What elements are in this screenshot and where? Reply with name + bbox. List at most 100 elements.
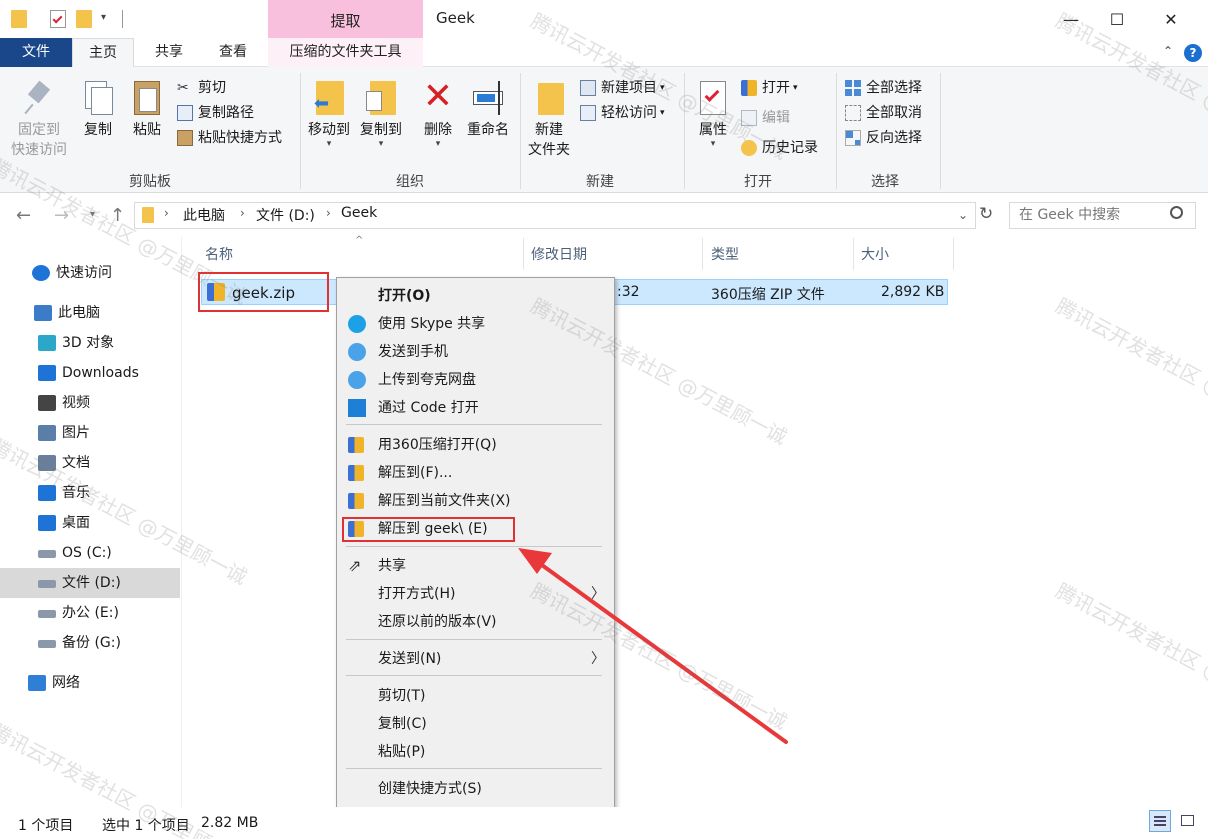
sidebar-item[interactable]: 快速访问 bbox=[0, 258, 180, 288]
menu-item-share[interactable]: ⇗ 共享 bbox=[337, 552, 614, 580]
menu-item-label: 通过 Code 打开 bbox=[378, 400, 479, 416]
menu-item-create-shortcut[interactable]: 创建快捷方式(S) bbox=[337, 775, 614, 803]
minimize-button[interactable]: — bbox=[1048, 0, 1094, 38]
chevron-right-icon[interactable]: › bbox=[326, 206, 331, 220]
sidebar-item[interactable]: 文件 (D:) bbox=[0, 568, 180, 598]
paste-shortcut-button[interactable]: 粘贴快捷方式 bbox=[177, 127, 282, 149]
back-arrow-icon[interactable]: ← bbox=[16, 205, 31, 226]
menu-item-open-code[interactable]: 通过 Code 打开 bbox=[337, 394, 614, 422]
select-all-button[interactable]: 全部选择 bbox=[845, 77, 922, 99]
menu-item-open-with[interactable]: 打开方式(H) 〉 bbox=[337, 580, 614, 608]
new-folder-quick-icon[interactable] bbox=[76, 10, 92, 28]
rename-button[interactable]: 重命名 bbox=[464, 73, 512, 140]
breadcrumb-geek[interactable]: Geek bbox=[341, 205, 377, 221]
menu-item-send-phone[interactable]: 发送到手机 bbox=[337, 338, 614, 366]
column-header-type[interactable]: 类型 bbox=[711, 244, 739, 264]
folder-breadcrumb-icon bbox=[142, 207, 154, 223]
sort-ascending-icon: ^ bbox=[355, 235, 364, 246]
breadcrumb-drive-d[interactable]: 文件 (D:) bbox=[256, 205, 315, 225]
tab-view[interactable]: 查看 bbox=[202, 38, 264, 67]
column-header-size[interactable]: 大小 bbox=[861, 244, 889, 264]
column-header-name[interactable]: 名称 bbox=[205, 244, 233, 264]
maximize-button[interactable]: ☐ bbox=[1094, 0, 1140, 38]
sidebar-item[interactable]: 桌面 bbox=[0, 508, 180, 538]
easy-access-button[interactable]: 轻松访问 ▾ bbox=[580, 102, 665, 124]
menu-item-open[interactable]: 打开(O) bbox=[337, 282, 614, 310]
sidebar-item[interactable]: 音乐 bbox=[0, 478, 180, 508]
sidebar-item[interactable]: 备份 (G:) bbox=[0, 628, 180, 658]
new-group-label: 新建 bbox=[586, 174, 614, 190]
drive-icon bbox=[38, 580, 56, 588]
sidebar-item[interactable]: 文档 bbox=[0, 448, 180, 478]
properties-quick-icon[interactable] bbox=[50, 10, 66, 28]
sidebar-item[interactable]: 视频 bbox=[0, 388, 180, 418]
cut-button[interactable]: ✂ 剪切 bbox=[177, 77, 226, 99]
menu-item-extract-here[interactable]: 解压到当前文件夹(X) bbox=[337, 487, 614, 515]
download-icon bbox=[38, 365, 56, 381]
sidebar-item[interactable]: 此电脑 bbox=[0, 298, 180, 328]
properties-label: 属性 bbox=[699, 122, 727, 138]
select-none-button[interactable]: 全部取消 bbox=[845, 102, 922, 124]
chevron-right-icon[interactable]: › bbox=[164, 206, 169, 220]
history-button[interactable]: 历史记录 bbox=[741, 137, 818, 159]
divider bbox=[346, 546, 602, 547]
help-icon[interactable]: ? bbox=[1184, 44, 1202, 62]
large-icons-view-icon[interactable] bbox=[1177, 810, 1199, 832]
copy-path-button[interactable]: 复制路径 bbox=[177, 102, 254, 124]
menu-item-send-to[interactable]: 发送到(N) 〉 bbox=[337, 645, 614, 673]
address-dropdown-icon[interactable]: ⌄ bbox=[958, 208, 968, 222]
sidebar-item[interactable]: OS (C:) bbox=[0, 538, 180, 568]
edit-button[interactable]: 编辑 bbox=[741, 107, 790, 129]
sidebar-item[interactable]: 网络 bbox=[0, 668, 180, 698]
menu-item-upload-quark[interactable]: 上传到夸克网盘 bbox=[337, 366, 614, 394]
cut-label: 剪切 bbox=[198, 80, 226, 96]
menu-item-cut[interactable]: 剪切(T) bbox=[337, 682, 614, 710]
open-button[interactable]: 打开 ▾ bbox=[741, 77, 798, 99]
open-group-label: 打开 bbox=[744, 174, 772, 190]
tab-home[interactable]: 主页 bbox=[72, 38, 134, 68]
menu-item-copy[interactable]: 复制(C) bbox=[337, 710, 614, 738]
collapse-ribbon-icon[interactable]: ⌃ bbox=[1163, 44, 1173, 58]
breadcrumb-this-pc[interactable]: 此电脑 bbox=[183, 205, 225, 225]
search-input[interactable]: 在 Geek 中搜索 bbox=[1009, 202, 1196, 229]
menu-item-extract-to[interactable]: 解压到(F)... bbox=[337, 459, 614, 487]
quick-access-dropdown-icon[interactable]: ▾ bbox=[101, 12, 106, 23]
paste-button[interactable]: 粘贴 bbox=[126, 73, 168, 140]
divider bbox=[122, 10, 123, 28]
dropdown-icon: ▾ bbox=[378, 139, 384, 149]
refresh-icon[interactable]: ↻ bbox=[979, 204, 993, 224]
copy-button[interactable]: 复制 bbox=[78, 73, 118, 140]
sidebar-item[interactable]: Downloads bbox=[0, 358, 180, 388]
close-button[interactable]: ✕ bbox=[1148, 0, 1194, 38]
vscode-icon bbox=[348, 399, 366, 417]
menu-item-restore[interactable]: 还原以前的版本(V) bbox=[337, 608, 614, 636]
tab-share[interactable]: 共享 bbox=[138, 38, 200, 67]
tab-file[interactable]: 文件 bbox=[0, 38, 72, 67]
properties-button[interactable]: 属性 ▾ bbox=[692, 73, 734, 149]
new-folder-button[interactable]: 新建 文件夹 bbox=[524, 73, 574, 160]
chevron-right-icon[interactable]: › bbox=[240, 206, 245, 220]
menu-item-skype[interactable]: 使用 Skype 共享 bbox=[337, 310, 614, 338]
new-item-button[interactable]: 新建项目 ▾ bbox=[580, 77, 665, 99]
search-icon[interactable] bbox=[1170, 206, 1183, 219]
recent-dropdown-icon[interactable]: ▾ bbox=[90, 209, 95, 220]
delete-button[interactable]: ✕ 删除 ▾ bbox=[418, 73, 458, 149]
sidebar-item[interactable]: 3D 对象 bbox=[0, 328, 180, 358]
invert-selection-button[interactable]: 反向选择 bbox=[845, 127, 922, 149]
tab-compressed-folder-tools[interactable]: 压缩的文件夹工具 bbox=[268, 38, 423, 67]
move-to-button[interactable]: ⬅ 移动到 ▾ bbox=[304, 73, 354, 149]
easy-access-icon bbox=[580, 105, 596, 121]
column-header-modified[interactable]: 修改日期 bbox=[531, 244, 587, 264]
sidebar-item-label: OS (C:) bbox=[62, 545, 112, 561]
menu-item-open-360[interactable]: 用360压缩打开(Q) bbox=[337, 431, 614, 459]
sidebar-item[interactable]: 图片 bbox=[0, 418, 180, 448]
sidebar-item[interactable]: 办公 (E:) bbox=[0, 598, 180, 628]
copy-to-button[interactable]: 复制到 ▾ bbox=[356, 73, 406, 149]
menu-item-label: 打开方式(H) bbox=[378, 586, 456, 602]
menu-item-paste[interactable]: 粘贴(P) bbox=[337, 738, 614, 766]
details-view-icon[interactable] bbox=[1149, 810, 1171, 832]
pin-to-quick-access-button[interactable]: 固定到 快速访问 bbox=[6, 73, 72, 160]
up-arrow-icon[interactable]: ↑ bbox=[110, 205, 125, 226]
menu-item-label: 剪切(T) bbox=[378, 688, 426, 704]
forward-arrow-icon[interactable]: → bbox=[54, 205, 69, 226]
